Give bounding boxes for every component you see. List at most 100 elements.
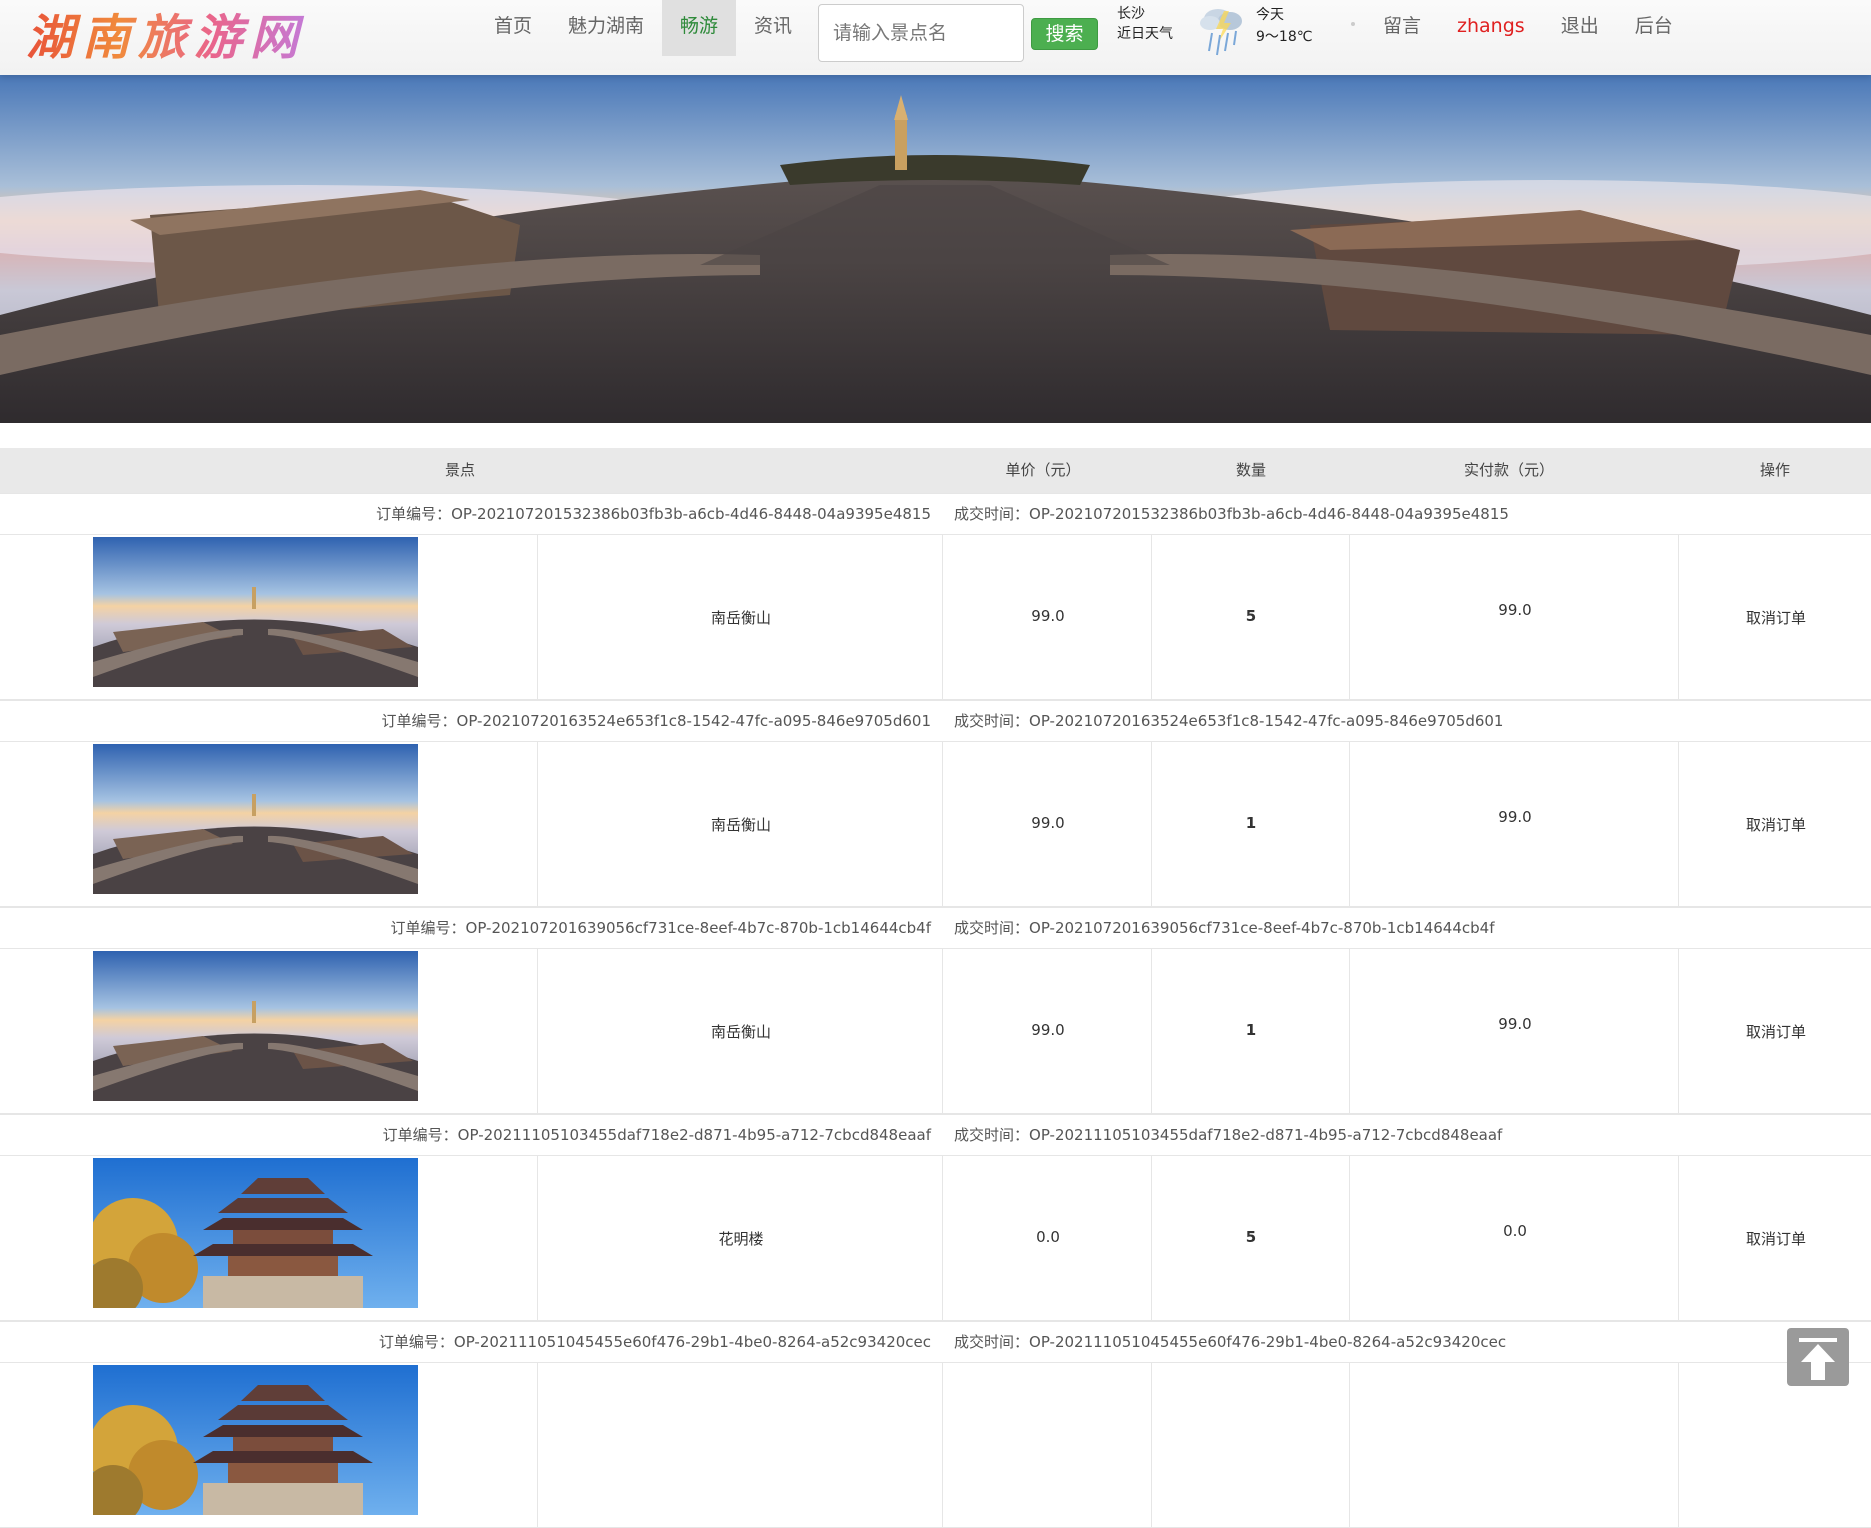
price-cell: 99.0 bbox=[942, 535, 1152, 699]
order-time-label: 成交时间： bbox=[954, 1126, 1030, 1144]
order-number-value: OP-20210720153238​6b03fb3b-a6cb-4d46-844… bbox=[451, 505, 931, 523]
unit-price: 99.0 bbox=[1031, 814, 1065, 832]
user-nav: 留言 zhangs 退出 后台 bbox=[1365, 0, 1691, 56]
order-meta-row: 订单编号：OP-20210720163524e653f1c8-1542-47fc… bbox=[0, 700, 1871, 742]
price-cell bbox=[942, 1363, 1152, 1527]
weather-city: 长沙 bbox=[1117, 6, 1145, 22]
order-time-label: 成交时间： bbox=[954, 919, 1030, 937]
weather-caption: 近日天气 bbox=[1117, 26, 1173, 42]
spot-thumbnail[interactable] bbox=[93, 744, 418, 894]
order-meta-row: 订单编号：OP-202107201639056cf731ce-8eef-4b7c… bbox=[0, 907, 1871, 949]
order-time: 成交时间：OP-202111051045455e60f476-29b1-4be0… bbox=[954, 1322, 1506, 1362]
order-number-value: OP-20210720163524e653f1c8-1542-47fc-a095… bbox=[456, 712, 931, 730]
nav-news[interactable]: 资讯 bbox=[736, 0, 810, 56]
nav-message[interactable]: 留言 bbox=[1365, 0, 1439, 52]
paid-cell: 99.0 bbox=[1349, 949, 1679, 1113]
order-meta-row: 订单编号：OP-20211105103455daf718e2-d871-4b95… bbox=[0, 1114, 1871, 1156]
order-item: 订单编号：OP-202111051045455e60f476-29b1-4be0… bbox=[0, 1321, 1871, 1528]
order-number-value: OP-202111051045455e60f476-29b1-4be0-8264… bbox=[453, 1333, 931, 1351]
order-time-value: OP-202107201639056cf731ce-8eef-4b7c-870b… bbox=[1029, 919, 1495, 937]
quantity-cell: 5 bbox=[1151, 1156, 1350, 1320]
order-number-label: 订单编号： bbox=[381, 712, 457, 730]
main-nav: 首页 魅力湖南 畅游 资讯 bbox=[476, 0, 810, 56]
order-item: 订单编号：OP-20210720163524e653f1c8-1542-47fc… bbox=[0, 700, 1871, 907]
unit-price: 0.0 bbox=[1036, 1228, 1060, 1246]
spot-thumbnail[interactable] bbox=[93, 1365, 418, 1515]
order-time-value: OP-202111051045455e60f476-29b1-4be0-8264… bbox=[1029, 1333, 1507, 1351]
spot-thumbnail[interactable] bbox=[93, 951, 418, 1101]
search-button[interactable]: 搜索 bbox=[1031, 18, 1098, 50]
quantity-cell: 5 bbox=[1151, 535, 1350, 699]
quantity-cell bbox=[1151, 1363, 1350, 1527]
cancel-order-button[interactable]: 取消订单 bbox=[1746, 814, 1806, 835]
spot-thumbnail[interactable] bbox=[93, 1158, 418, 1308]
cancel-order-button[interactable]: 取消订单 bbox=[1746, 1021, 1806, 1042]
spot-name[interactable]: 南岳衡山 bbox=[711, 607, 771, 628]
order-time-value: OP-202107201532386b03fb3b-a6cb-4d46-8448… bbox=[1029, 505, 1509, 523]
search-input[interactable] bbox=[818, 4, 1024, 62]
order-detail-row: 南岳衡山 99.0 1 99.0 取消订单 bbox=[0, 742, 1871, 907]
spot-name[interactable]: 南岳衡山 bbox=[711, 814, 771, 835]
spot-name[interactable]: 南岳衡山 bbox=[711, 1021, 771, 1042]
action-cell: 取消订单 bbox=[1678, 949, 1871, 1113]
cancel-order-button[interactable]: 取消订单 bbox=[1746, 1228, 1806, 1249]
weather-today-block: 今天 9～18℃ bbox=[1256, 4, 1312, 48]
spot-cell: 花明楼 bbox=[537, 1156, 943, 1320]
paid-amount: 99.0 bbox=[1498, 601, 1532, 619]
weather-temp: 9～18℃ bbox=[1256, 29, 1313, 45]
quantity-cell: 1 bbox=[1151, 949, 1350, 1113]
nav-charm-hunan[interactable]: 魅力湖南 bbox=[550, 0, 662, 56]
order-detail-row: 南岳衡山 99.0 5 99.0 取消订单 bbox=[0, 535, 1871, 700]
weather-city-block: 长沙 近日天气 bbox=[1117, 4, 1173, 44]
price-cell: 99.0 bbox=[942, 742, 1152, 906]
nav-admin[interactable]: 后台 bbox=[1617, 0, 1691, 52]
header-spot: 景点 bbox=[444, 461, 476, 479]
spot-name[interactable]: 花明楼 bbox=[718, 1228, 763, 1249]
nav-travel[interactable]: 畅游 bbox=[662, 0, 737, 56]
site-logo[interactable]: 湖南旅游网 bbox=[26, 0, 306, 68]
quantity: 1 bbox=[1245, 814, 1257, 832]
order-time-value: OP-20210720163524e653f1c8-1542-47fc-a095… bbox=[1029, 712, 1504, 730]
order-time: 成交时间：OP-202107201532386b03fb3b-a6cb-4d46… bbox=[954, 494, 1509, 534]
paid-amount: 0.0 bbox=[1503, 1222, 1527, 1240]
header-paid: 实付款（元） bbox=[1463, 461, 1555, 479]
order-number-value: OP-202107201639056cf731ce-8eef-4b7c-870b… bbox=[465, 919, 931, 937]
spot-thumbnail[interactable] bbox=[93, 537, 418, 687]
spot-cell bbox=[537, 1363, 943, 1527]
order-number: 订单编号：OP-202111051045455e60f476-29b1-4be0… bbox=[379, 1322, 931, 1362]
order-item: 订单编号：OP-20210720153238​6b03fb3b-a6cb-4d4… bbox=[0, 493, 1871, 700]
quantity: 5 bbox=[1245, 607, 1257, 625]
nav-logout[interactable]: 退出 bbox=[1543, 0, 1617, 52]
order-number: 订单编号：OP-20210720163524e653f1c8-1542-47fc… bbox=[382, 701, 931, 741]
spot-cell: 南岳衡山 bbox=[537, 742, 943, 906]
order-meta-row: 订单编号：OP-20210720153238​6b03fb3b-a6cb-4d4… bbox=[0, 493, 1871, 535]
nav-home[interactable]: 首页 bbox=[476, 0, 550, 56]
nav-user[interactable]: zhangs bbox=[1439, 0, 1543, 52]
paid-cell: 99.0 bbox=[1349, 742, 1679, 906]
quantity-cell: 1 bbox=[1151, 742, 1350, 906]
cancel-order-button[interactable]: 取消订单 bbox=[1746, 607, 1806, 628]
top-header: 湖南旅游网 首页 魅力湖南 畅游 资讯 搜索 长沙 近日天气 今天 9～18℃ … bbox=[0, 0, 1871, 75]
order-time-label: 成交时间： bbox=[954, 1333, 1030, 1351]
price-cell: 0.0 bbox=[942, 1156, 1152, 1320]
paid-cell bbox=[1349, 1363, 1679, 1527]
price-cell: 99.0 bbox=[942, 949, 1152, 1113]
order-item: 订单编号：OP-20211105103455daf718e2-d871-4b95… bbox=[0, 1114, 1871, 1321]
order-number: 订单编号：OP-20211105103455daf718e2-d871-4b95… bbox=[383, 1115, 931, 1155]
banner-carousel[interactable] bbox=[0, 75, 1871, 423]
nav-separator-dot bbox=[1351, 22, 1355, 26]
order-time-label: 成交时间： bbox=[954, 712, 1030, 730]
scroll-top-button[interactable] bbox=[1787, 1328, 1849, 1386]
rain-cloud-icon bbox=[1200, 9, 1242, 56]
header-price: 单价（元） bbox=[1005, 461, 1081, 479]
unit-price: 99.0 bbox=[1031, 607, 1065, 625]
order-number-label: 订单编号： bbox=[378, 1333, 454, 1351]
order-number: 订单编号：OP-20210720153238​6b03fb3b-a6cb-4d4… bbox=[376, 494, 931, 534]
action-cell: 取消订单 bbox=[1678, 1156, 1871, 1320]
action-cell: 取消订单 bbox=[1678, 535, 1871, 699]
paid-amount: 99.0 bbox=[1498, 808, 1532, 826]
order-detail-row bbox=[0, 1363, 1871, 1528]
spot-cell: 南岳衡山 bbox=[537, 535, 943, 699]
order-time: 成交时间：OP-20210720163524e653f1c8-1542-47fc… bbox=[954, 701, 1503, 741]
arrow-up-icon bbox=[1799, 1338, 1837, 1380]
